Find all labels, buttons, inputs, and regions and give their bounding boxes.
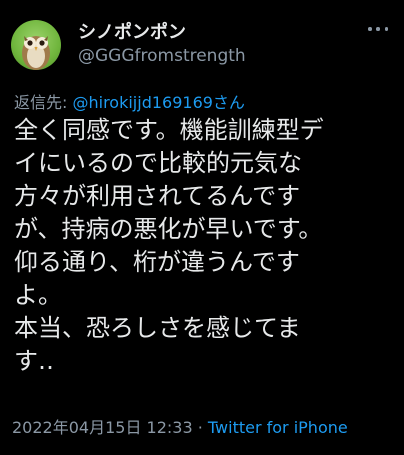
tweet-text-line: が、持病の悪化が早いです。 [14, 215, 323, 243]
reply-to-line: 返信先: @hirokijjd169169さん [14, 89, 245, 113]
tweet-text-line: 本当、恐ろしさを感じてま [14, 314, 301, 342]
dot [384, 27, 388, 31]
meta-separator: · [192, 418, 208, 437]
tweet-text: 全く同感です。機能訓練型デ イにいるので比較的元気な 方々が利用されてるんです … [14, 114, 394, 378]
tweet-text-line: す‥ [14, 347, 55, 375]
tweet-text-line: 仰る通り、桁が違うんです [14, 248, 300, 276]
tweet-text-line: 全く同感です。機能訓練型デ [14, 116, 324, 144]
tweet-card: シノポンポン @GGGfromstrength 返信先: @hirokijjd1… [0, 0, 404, 455]
tweet-text-line: イにいるので比較的元気な [14, 149, 302, 177]
timestamp-link[interactable]: 2022年04月15日 12:33 [12, 418, 193, 437]
tweet-text-line: よ。 [14, 281, 62, 309]
source-link[interactable]: Twitter for iPhone [208, 418, 348, 437]
reply-prefix: 返信先: [14, 93, 73, 112]
display-name[interactable]: シノポンポン [78, 18, 186, 44]
avatar[interactable] [11, 20, 61, 70]
owl-avatar-icon [22, 36, 50, 70]
more-options-icon[interactable] [368, 22, 388, 36]
dot [368, 27, 372, 31]
dot [376, 27, 380, 31]
tweet-meta: 2022年04月15日 12:33 · Twitter for iPhone [12, 414, 348, 438]
user-handle[interactable]: @GGGfromstrength [78, 46, 246, 66]
tweet-text-line: 方々が利用されてるんです [14, 182, 301, 210]
reply-mention-link[interactable]: @hirokijjd169169さん [72, 93, 244, 112]
